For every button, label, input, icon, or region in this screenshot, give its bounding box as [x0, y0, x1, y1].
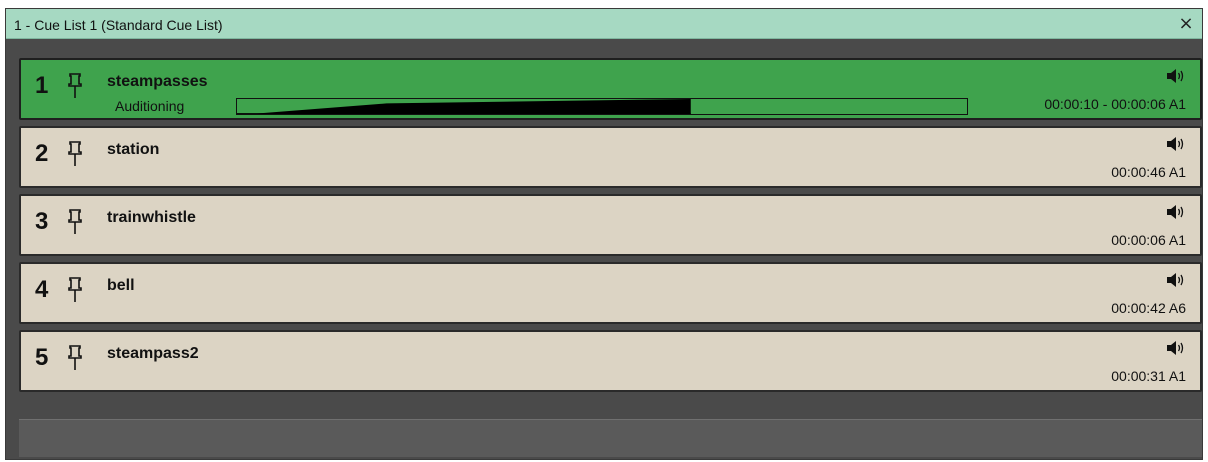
cue-number: 3	[35, 208, 49, 235]
pin-icon[interactable]	[67, 345, 83, 371]
cue-output: A6	[1168, 300, 1186, 316]
cue-name: trainwhistle	[107, 209, 196, 226]
cue-time: 00:00:42 A6	[1111, 300, 1186, 316]
speaker-icon	[1167, 273, 1184, 287]
cue-duration: 00:00:06	[1111, 232, 1166, 248]
cue-output: A1	[1168, 96, 1186, 112]
cue-name: steampasses	[107, 73, 208, 90]
cue-time: 00:00:31 A1	[1111, 368, 1186, 384]
speaker-icon	[1167, 137, 1184, 151]
cue-duration: 00:00:10 - 00:00:06	[1044, 96, 1166, 112]
window-title: 1 - Cue List 1 (Standard Cue List)	[14, 17, 223, 33]
cue-list-window: 1 - Cue List 1 (Standard Cue List) × 1 s…	[5, 8, 1203, 460]
cue-number: 1	[35, 72, 49, 99]
cue-row[interactable]: 5 steampass2 00:00:31 A1	[19, 330, 1202, 392]
pin-icon[interactable]	[67, 277, 83, 303]
cue-time: 00:00:06 A1	[1111, 232, 1186, 248]
speaker-icon	[1167, 341, 1184, 355]
cue-output: A1	[1168, 164, 1186, 180]
cue-duration: 00:00:42	[1111, 300, 1166, 316]
cue-number: 4	[35, 276, 49, 303]
pin-icon[interactable]	[67, 209, 83, 235]
cue-time: 00:00:46 A1	[1111, 164, 1186, 180]
cue-number: 5	[35, 344, 49, 371]
cue-output: A1	[1168, 368, 1186, 384]
cue-row[interactable]: 2 station 00:00:46 A1	[19, 126, 1202, 188]
cue-status: Auditioning	[115, 98, 185, 114]
cue-output: A1	[1168, 232, 1186, 248]
cue-number: 2	[35, 140, 49, 167]
close-icon[interactable]: ×	[1176, 14, 1196, 34]
cue-name: bell	[107, 277, 135, 294]
cue-name: station	[107, 141, 160, 158]
window-titlebar[interactable]: 1 - Cue List 1 (Standard Cue List) ×	[6, 9, 1202, 39]
cue-row[interactable]: 1 steampasses Auditioning 00:00:10 - 00:…	[19, 58, 1202, 120]
cue-list: 1 steampasses Auditioning 00:00:10 - 00:…	[19, 58, 1202, 398]
cue-list-footer	[19, 419, 1202, 457]
cue-duration: 00:00:31	[1111, 368, 1166, 384]
cue-row[interactable]: 3 trainwhistle 00:00:06 A1	[19, 194, 1202, 256]
pin-icon[interactable]	[67, 73, 83, 99]
cue-name: steampass2	[107, 345, 199, 362]
waveform	[237, 99, 691, 114]
audition-progress	[236, 98, 968, 115]
cue-time: 00:00:10 - 00:00:06 A1	[1044, 96, 1186, 112]
speaker-icon	[1167, 69, 1184, 83]
speaker-icon	[1167, 205, 1184, 219]
pin-icon[interactable]	[67, 141, 83, 167]
cue-row[interactable]: 4 bell 00:00:42 A6	[19, 262, 1202, 324]
cue-duration: 00:00:46	[1111, 164, 1166, 180]
